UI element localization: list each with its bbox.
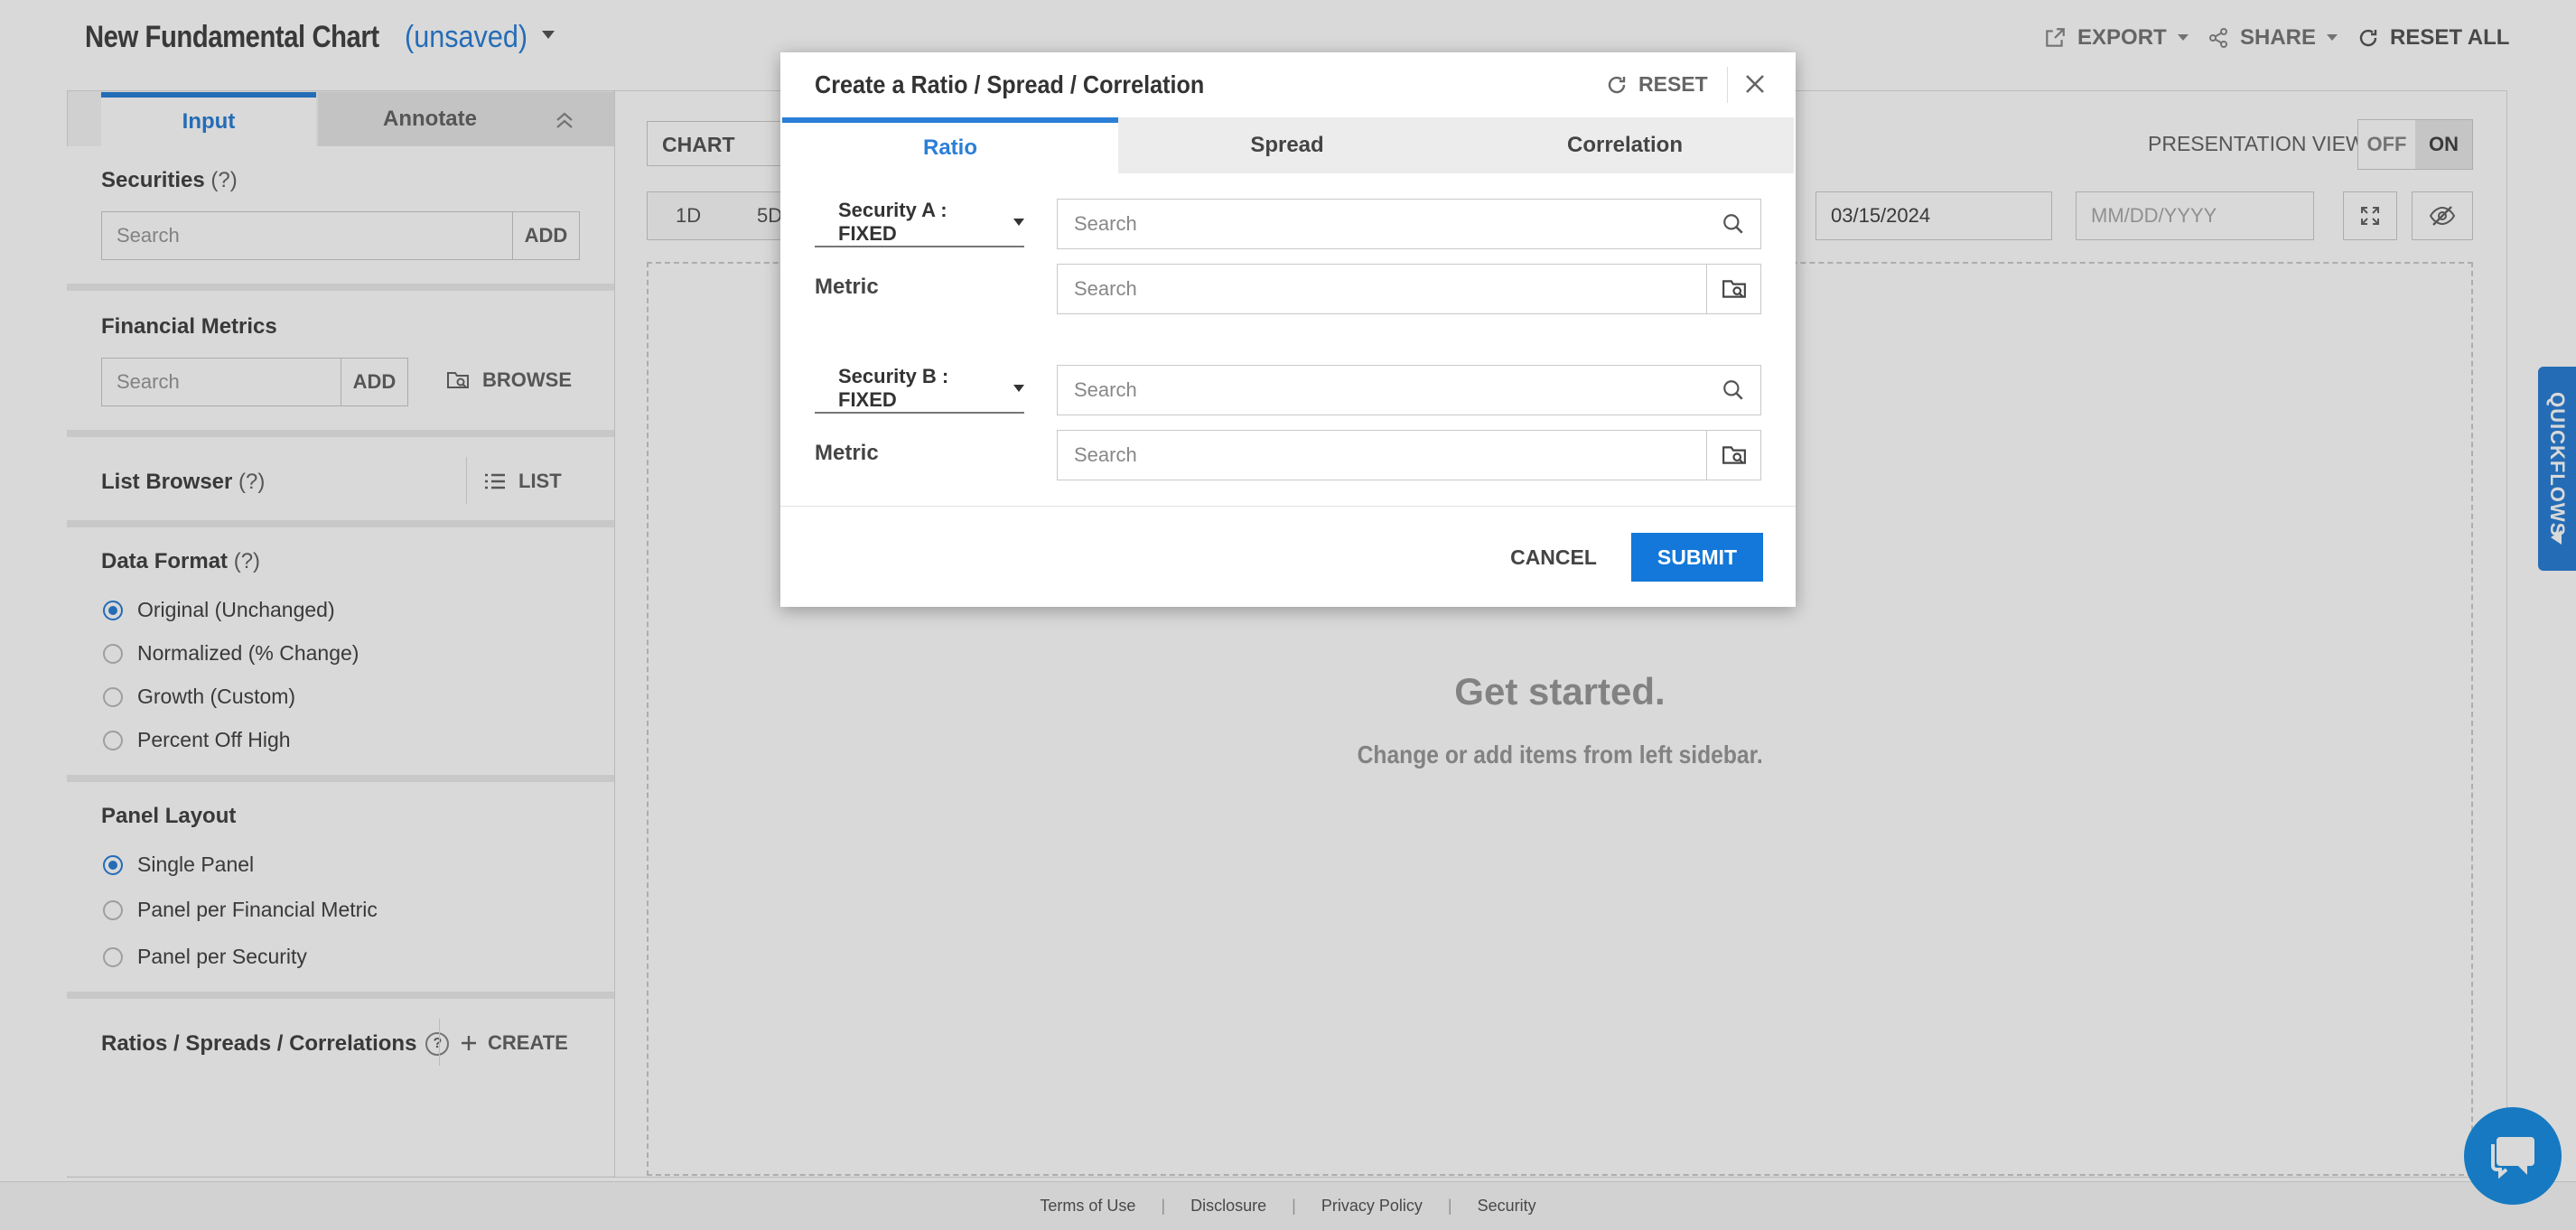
metric-a-search-input[interactable]: Search	[1057, 264, 1761, 314]
placeholder: Search	[1074, 443, 1137, 466]
security-b-label: Security B : FIXED	[838, 365, 949, 411]
modal-footer-divider	[780, 506, 1796, 507]
metric-a-label: Metric	[815, 275, 879, 299]
search-icon[interactable]	[1706, 200, 1760, 248]
metric-b-label: Metric	[815, 441, 879, 465]
folder-search-icon[interactable]	[1706, 431, 1760, 480]
placeholder: Search	[1074, 277, 1137, 300]
tab-spread[interactable]: Spread	[1118, 117, 1456, 173]
security-b-select[interactable]: Security B : FIXED	[815, 365, 1024, 414]
divider	[1727, 67, 1728, 103]
reset-label: RESET	[1638, 72, 1708, 96]
refresh-icon	[1606, 74, 1628, 96]
folder-search-icon[interactable]	[1706, 265, 1760, 313]
metric-b-search-input[interactable]: Search	[1057, 430, 1761, 480]
close-button[interactable]	[1741, 70, 1769, 98]
placeholder: Search	[1074, 378, 1137, 401]
close-icon	[1741, 70, 1769, 98]
caret-down-icon	[1013, 218, 1024, 227]
cancel-button[interactable]: CANCEL	[1499, 533, 1608, 582]
security-a-label: Security A : FIXED	[838, 199, 947, 245]
placeholder: Search	[1074, 212, 1137, 235]
security-a-select[interactable]: Security A : FIXED	[815, 199, 1024, 247]
caret-down-icon	[1013, 384, 1024, 393]
modal-title: Create a Ratio / Spread / Correlation	[815, 70, 1205, 98]
security-a-search-input[interactable]: Search	[1057, 199, 1761, 249]
submit-button[interactable]: SUBMIT	[1631, 533, 1763, 582]
security-b-search-input[interactable]: Search	[1057, 365, 1761, 415]
modal-reset-button[interactable]: RESET	[1606, 72, 1708, 97]
tab-ratio[interactable]: Ratio	[782, 117, 1118, 173]
search-icon[interactable]	[1706, 366, 1760, 415]
tab-correlation[interactable]: Correlation	[1456, 117, 1794, 173]
